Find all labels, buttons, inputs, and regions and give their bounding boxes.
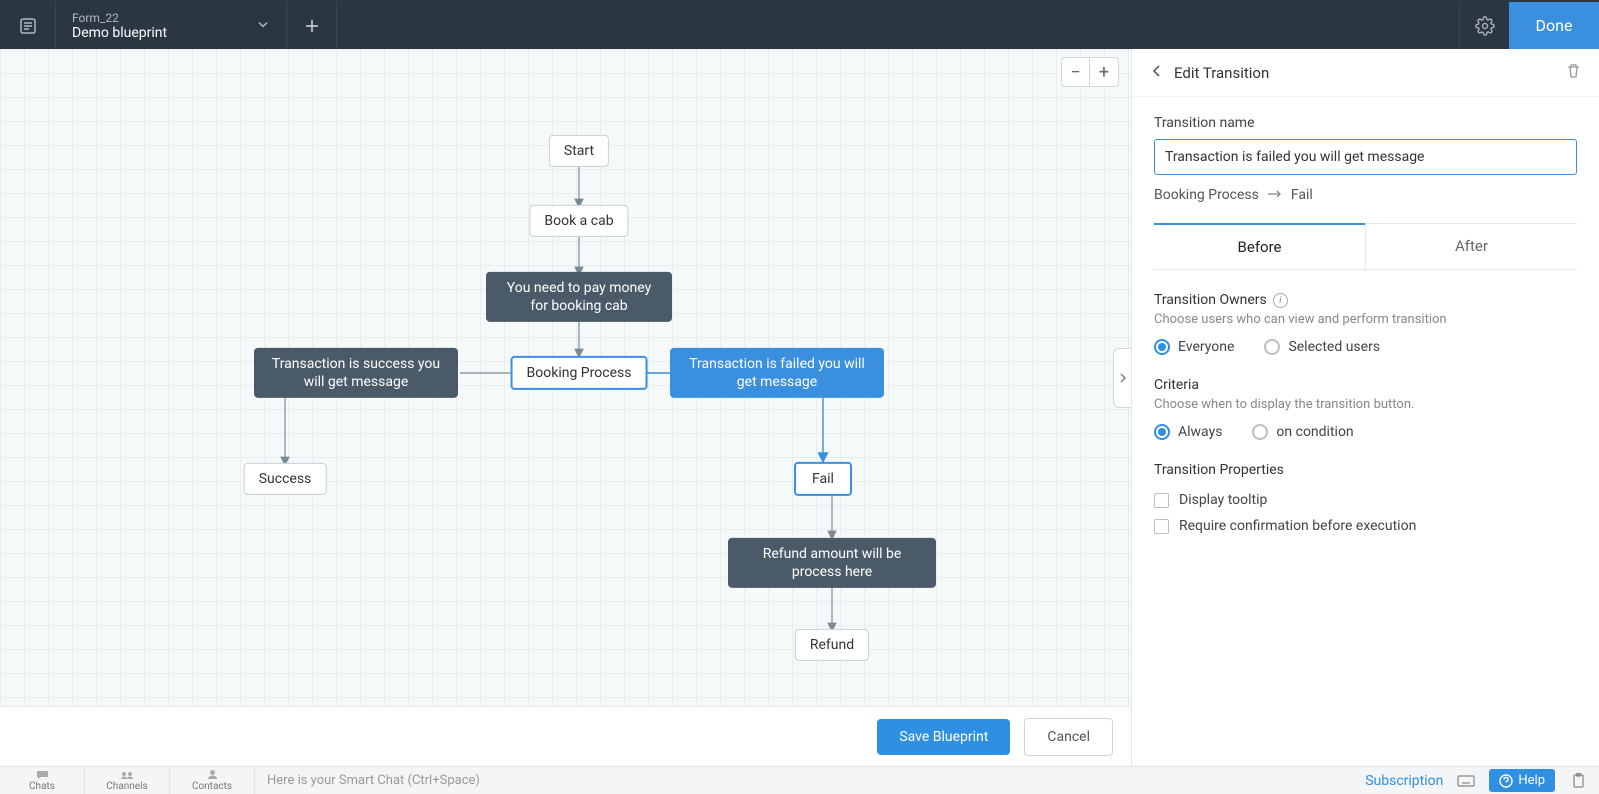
transition-name-label: Transition name — [1154, 115, 1577, 131]
transition-name-input[interactable] — [1154, 139, 1577, 175]
radio-dot-icon — [1252, 424, 1268, 440]
help-button[interactable]: Help — [1489, 769, 1555, 792]
criteria-always-label: Always — [1178, 424, 1222, 440]
tab-after[interactable]: After — [1365, 224, 1577, 269]
radio-dot-icon — [1264, 339, 1280, 355]
zoom-in-button[interactable]: + — [1090, 58, 1118, 86]
node-fail-transition[interactable]: Transaction is failed you will get messa… — [670, 348, 884, 398]
done-label: Done — [1536, 16, 1573, 35]
back-icon[interactable] — [1150, 63, 1164, 82]
node-refund-transition[interactable]: Refund amount will be process here — [728, 538, 936, 588]
owners-title: Transition Owners — [1154, 292, 1267, 308]
criteria-always-radio[interactable]: Always — [1154, 424, 1222, 440]
contacts-label: Contacts — [192, 781, 232, 792]
done-button[interactable]: Done — [1509, 2, 1599, 49]
cancel-button[interactable]: Cancel — [1024, 718, 1113, 756]
smart-chat-hint[interactable]: Here is your Smart Chat (Ctrl+Space) — [255, 773, 1365, 788]
owners-selected-radio[interactable]: Selected users — [1264, 339, 1380, 355]
delete-icon[interactable] — [1566, 63, 1581, 83]
owners-selected-label: Selected users — [1288, 339, 1380, 355]
clipboard-icon[interactable] — [1569, 772, 1587, 790]
panel-title: Edit Transition — [1174, 64, 1269, 82]
add-button[interactable] — [287, 2, 337, 49]
display-tooltip-checkbox[interactable]: Display tooltip — [1154, 492, 1577, 508]
checkbox-icon — [1154, 519, 1169, 534]
node-book-cab[interactable]: Book a cab — [529, 205, 628, 237]
arrow-right-icon — [1267, 187, 1283, 203]
owners-everyone-radio[interactable]: Everyone — [1154, 339, 1234, 355]
form-selector[interactable]: Form_22 Demo blueprint — [56, 2, 286, 49]
save-blueprint-button[interactable]: Save Blueprint — [877, 719, 1010, 755]
criteria-subtitle: Choose when to display the transition bu… — [1154, 397, 1577, 412]
blueprint-canvas[interactable]: − + — [0, 49, 1131, 706]
to-state-label: Fail — [1291, 187, 1313, 203]
node-start[interactable]: Start — [549, 135, 609, 167]
bottom-tab-chats[interactable]: Chats — [0, 767, 85, 794]
node-refund[interactable]: Refund — [795, 629, 869, 661]
owners-everyone-label: Everyone — [1178, 339, 1234, 355]
settings-button[interactable] — [1459, 2, 1509, 49]
bottom-tab-contacts[interactable]: Contacts — [170, 767, 255, 794]
form-app-icon[interactable] — [0, 2, 56, 49]
blueprint-name-label: Demo blueprint — [72, 25, 270, 41]
tab-before[interactable]: Before — [1154, 223, 1365, 269]
owners-subtitle: Choose users who can view and perform tr… — [1154, 312, 1577, 327]
criteria-condition-radio[interactable]: on condition — [1252, 424, 1353, 440]
require-confirmation-label: Require confirmation before execution — [1179, 518, 1416, 534]
chevron-down-icon — [256, 16, 270, 35]
zoom-controls: − + — [1061, 57, 1119, 87]
node-fail[interactable]: Fail — [794, 462, 852, 496]
panel-collapse-toggle[interactable] — [1113, 348, 1131, 408]
channels-label: Channels — [106, 781, 147, 792]
node-pay-money[interactable]: You need to pay money for booking cab — [486, 272, 672, 322]
subscription-link[interactable]: Subscription — [1365, 773, 1443, 789]
properties-title: Transition Properties — [1154, 462, 1577, 478]
zoom-out-button[interactable]: − — [1062, 58, 1090, 86]
display-tooltip-label: Display tooltip — [1179, 492, 1267, 508]
require-confirmation-checkbox[interactable]: Require confirmation before execution — [1154, 518, 1577, 534]
radio-dot-icon — [1154, 424, 1170, 440]
node-booking-process[interactable]: Booking Process — [511, 356, 648, 390]
chats-label: Chats — [29, 781, 55, 792]
bottom-tab-channels[interactable]: Channels — [85, 767, 170, 794]
info-icon[interactable]: i — [1273, 293, 1288, 308]
checkbox-icon — [1154, 493, 1169, 508]
edit-transition-panel: Edit Transition Transition name Booking … — [1131, 49, 1599, 766]
help-label: Help — [1518, 773, 1545, 788]
keyboard-icon[interactable] — [1457, 772, 1475, 790]
from-state-label: Booking Process — [1154, 187, 1259, 203]
form-name-label: Form_22 — [72, 11, 270, 25]
criteria-title: Criteria — [1154, 377, 1577, 393]
node-success-transition[interactable]: Transaction is success you will get mess… — [254, 348, 458, 398]
criteria-condition-label: on condition — [1276, 424, 1353, 440]
radio-dot-icon — [1154, 339, 1170, 355]
node-success[interactable]: Success — [244, 463, 327, 495]
